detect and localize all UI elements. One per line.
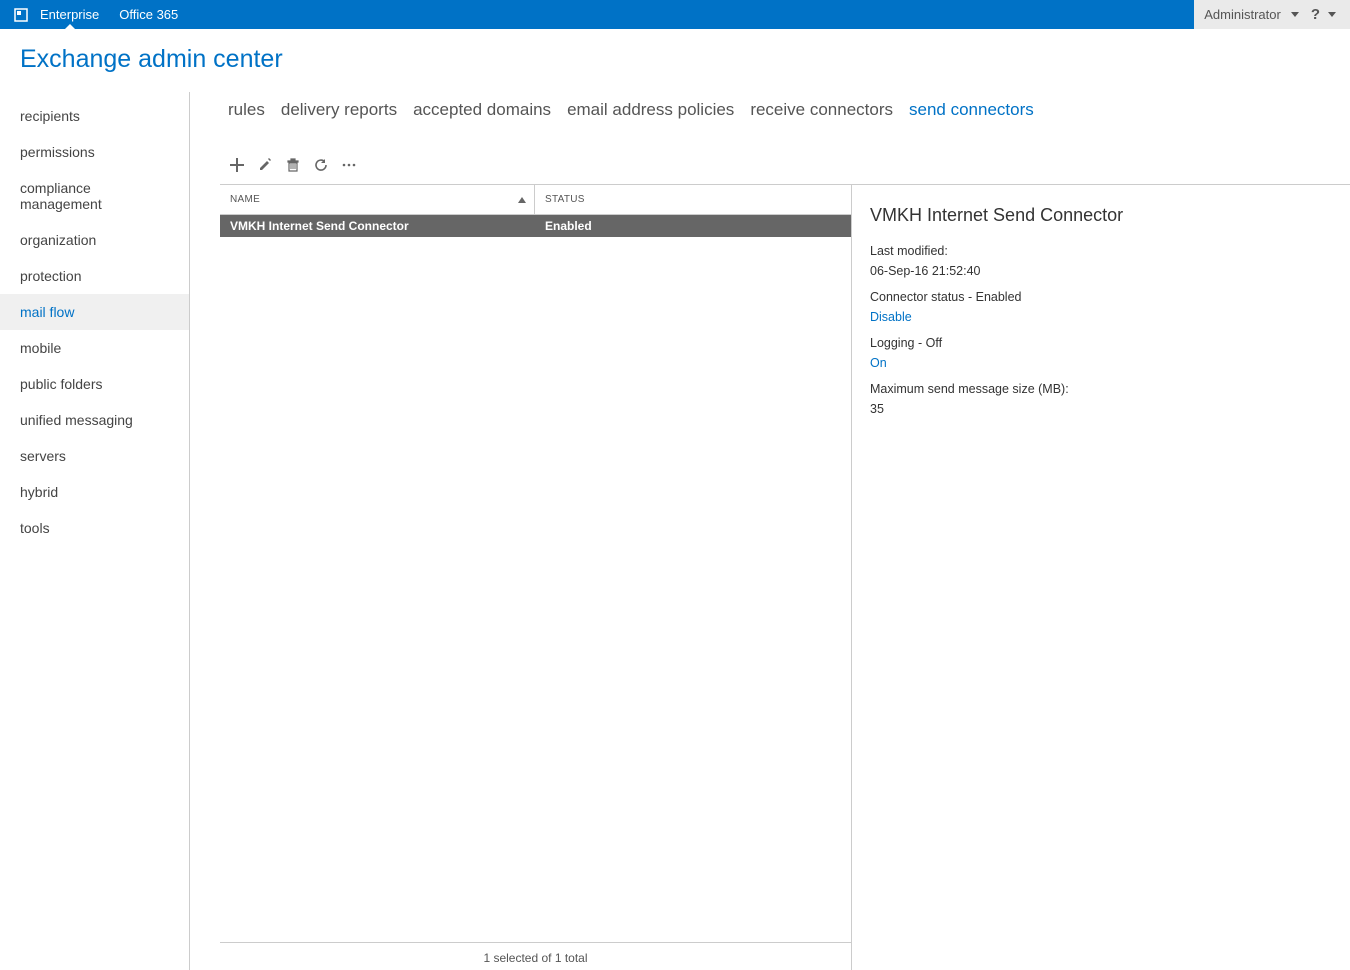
logging-status: Logging - Off (870, 336, 1332, 350)
max-size-label: Maximum send message size (MB): (870, 382, 1332, 396)
caret-down-icon[interactable] (1291, 12, 1299, 18)
logging-on-link[interactable]: On (870, 356, 1332, 370)
admin-menu[interactable]: Administrator (1204, 7, 1281, 22)
sidebar-item-label: organization (20, 232, 96, 248)
content: rules delivery reports accepted domains … (190, 92, 1350, 970)
sidebar-item-label: servers (20, 448, 66, 464)
sidebar-item-mail-flow[interactable]: mail flow (0, 294, 189, 330)
tabs: rules delivery reports accepted domains … (220, 92, 1350, 150)
table-row[interactable]: VMKH Internet Send Connector Enabled (220, 215, 851, 237)
split-pane: NAME STATUS VMKH Internet Send Connector… (220, 184, 1350, 970)
sidebar-item-compliance-management[interactable]: compliance management (0, 170, 189, 222)
last-modified-value: 06-Sep-16 21:52:40 (870, 264, 1332, 278)
sidebar-item-label: protection (20, 268, 81, 284)
disable-link[interactable]: Disable (870, 310, 1332, 324)
sidebar-item-label: unified messaging (20, 412, 133, 428)
tab-email-address-policies[interactable]: email address policies (567, 100, 734, 120)
column-header-name[interactable]: NAME (220, 185, 535, 214)
tab-label: rules (228, 100, 265, 119)
column-header-status[interactable]: STATUS (535, 194, 851, 205)
sidebar-item-label: mobile (20, 340, 61, 356)
topbar-tab-enterprise[interactable]: Enterprise (30, 0, 109, 29)
last-modified-label: Last modified: (870, 244, 1332, 258)
page-title: Exchange admin center (0, 29, 1350, 92)
sidebar-item-public-folders[interactable]: public folders (0, 366, 189, 402)
tab-send-connectors[interactable]: send connectors (909, 100, 1034, 120)
details-title: VMKH Internet Send Connector (870, 205, 1332, 226)
connector-status: Connector status - Enabled (870, 290, 1332, 304)
top-bar: Enterprise Office 365 Administrator ? (0, 0, 1350, 29)
delete-button[interactable] (284, 156, 302, 174)
topbar-tab-label: Enterprise (40, 7, 99, 22)
sidebar-item-label: hybrid (20, 484, 58, 500)
details-pane: VMKH Internet Send Connector Last modifi… (852, 185, 1350, 970)
tab-receive-connectors[interactable]: receive connectors (750, 100, 893, 120)
toolbar (220, 150, 1350, 184)
column-label: NAME (230, 194, 260, 205)
sidebar-item-label: mail flow (20, 304, 74, 320)
sidebar-item-label: permissions (20, 144, 95, 160)
sidebar-item-label: public folders (20, 376, 103, 392)
tab-label: receive connectors (750, 100, 893, 119)
sidebar-item-recipients[interactable]: recipients (0, 98, 189, 134)
column-label: STATUS (545, 194, 585, 205)
list-header: NAME STATUS (220, 185, 851, 215)
sidebar-item-tools[interactable]: tools (0, 510, 189, 546)
cell-name: VMKH Internet Send Connector (220, 219, 535, 233)
sidebar-item-servers[interactable]: servers (0, 438, 189, 474)
tab-delivery-reports[interactable]: delivery reports (281, 100, 397, 120)
topbar-tab-label: Office 365 (119, 7, 178, 22)
refresh-button[interactable] (312, 156, 330, 174)
caret-down-icon[interactable] (1328, 12, 1336, 18)
tab-label: send connectors (909, 100, 1034, 119)
tab-label: delivery reports (281, 100, 397, 119)
admin-label: Administrator (1204, 7, 1281, 22)
list-pane: NAME STATUS VMKH Internet Send Connector… (220, 185, 852, 970)
sidebar-item-mobile[interactable]: mobile (0, 330, 189, 366)
edit-button[interactable] (256, 156, 274, 174)
cell-status: Enabled (535, 219, 851, 233)
sidebar-item-label: recipients (20, 108, 80, 124)
more-button[interactable] (340, 156, 358, 174)
sidebar-item-unified-messaging[interactable]: unified messaging (0, 402, 189, 438)
sort-asc-icon (518, 197, 526, 203)
sidebar-item-hybrid[interactable]: hybrid (0, 474, 189, 510)
sidebar: recipients permissions compliance manage… (0, 92, 190, 970)
sidebar-item-organization[interactable]: organization (0, 222, 189, 258)
topbar-right: Administrator ? (1194, 0, 1350, 29)
list-body: VMKH Internet Send Connector Enabled (220, 215, 851, 942)
tab-label: accepted domains (413, 100, 551, 119)
sidebar-item-label: tools (20, 520, 50, 536)
main: recipients permissions compliance manage… (0, 92, 1350, 970)
max-size-value: 35 (870, 402, 1332, 416)
office-logo-icon (12, 6, 30, 24)
selection-status: 1 selected of 1 total (483, 951, 587, 965)
sidebar-item-label: compliance management (20, 180, 102, 212)
sidebar-item-permissions[interactable]: permissions (0, 134, 189, 170)
help-icon[interactable]: ? (1311, 6, 1320, 23)
sidebar-item-protection[interactable]: protection (0, 258, 189, 294)
tab-label: email address policies (567, 100, 734, 119)
add-button[interactable] (228, 156, 246, 174)
list-footer: 1 selected of 1 total (220, 942, 851, 970)
topbar-tab-office365[interactable]: Office 365 (109, 0, 188, 29)
tab-accepted-domains[interactable]: accepted domains (413, 100, 551, 120)
tab-rules[interactable]: rules (228, 100, 265, 120)
